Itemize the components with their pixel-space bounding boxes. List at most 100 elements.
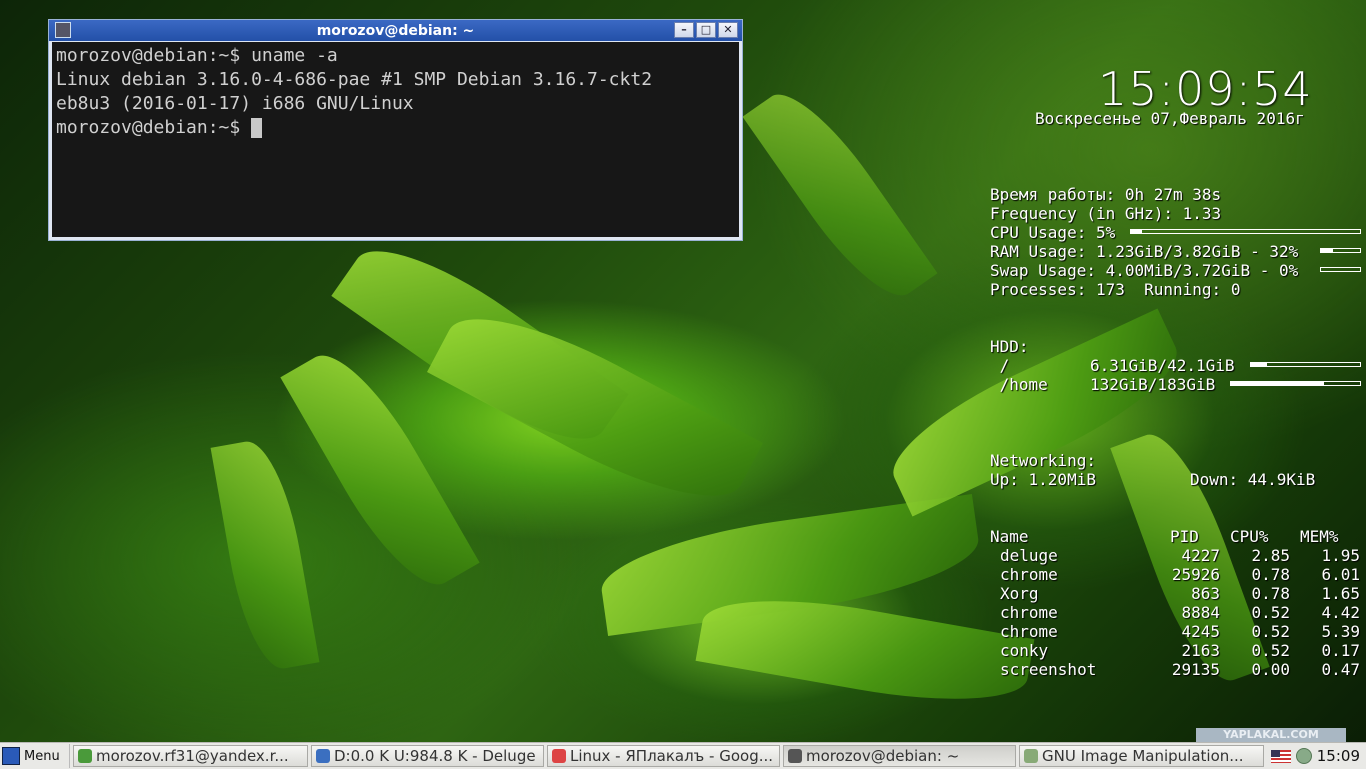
terminal-output[interactable]: morozov@debian:~$ uname -a Linux debian … (52, 42, 739, 237)
download-text: Down: 44.9KiB (1190, 470, 1316, 489)
process-pid: 4227 (1181, 546, 1220, 565)
conky-clock: 15:09:54 (1098, 62, 1313, 116)
process-name: deluge (1000, 546, 1058, 565)
process-table: Name PID CPU% MEM% deluge 4227 2.85 1.95 chr… (990, 527, 1362, 679)
task-label: Linux - ЯПлакалъ - Goog... (570, 747, 774, 765)
taskbar: Menu morozov.rf31@yandex.r... D:0.0 K U:9… (0, 742, 1366, 769)
col-name-header: Name (990, 527, 1029, 546)
uptime-text: Время работы: 0h 27m 38s (990, 185, 1222, 204)
text-cursor (251, 118, 263, 138)
process-row: conky 2163 0.52 0.17 (990, 641, 1362, 660)
process-name: chrome (1000, 603, 1058, 622)
terminal-line: morozov@debian:~$ uname -a (56, 45, 338, 66)
cpu-usage-bar (1130, 229, 1361, 234)
frequency-text: Frequency (in GHz): 1.33 (990, 204, 1222, 223)
process-name: Xorg (1000, 584, 1039, 603)
process-row: Xorg 863 0.78 1.65 (990, 584, 1362, 603)
home-fs-bar (1230, 381, 1361, 386)
root-fs-value: 6.31GiB/42.1GiB (1090, 356, 1235, 375)
watermark: YAPLAKAL.COM (1196, 728, 1346, 742)
process-cpu: 0.52 (1251, 641, 1290, 660)
terminal-titlebar[interactable]: morozov@debian: ~ – □ ✕ (49, 20, 742, 41)
process-cpu: 0.52 (1251, 622, 1290, 641)
terminal-line: eb8u3 (2016-01-17) i686 GNU/Linux (56, 93, 414, 114)
taskbar-task[interactable]: morozov.rf31@yandex.r... (73, 745, 308, 767)
task-app-icon (316, 749, 330, 763)
process-name: screenshot (1000, 660, 1097, 679)
network-icon[interactable] (1295, 748, 1312, 764)
ram-usage-bar (1320, 248, 1361, 253)
col-pid-header: PID (1170, 527, 1199, 546)
process-pid: 25926 (1171, 565, 1220, 584)
terminal-line: Linux debian 3.16.0-4-686-pae #1 SMP Deb… (56, 69, 653, 90)
hdd-label: HDD: (990, 337, 1029, 356)
swap-usage-text: Swap Usage: 4.00MiB/3.72GiB - 0% (990, 261, 1299, 280)
root-fs-label: / (990, 356, 1010, 375)
process-row: deluge 4227 2.85 1.95 (990, 546, 1362, 565)
keyboard-layout-flag-icon[interactable] (1270, 749, 1291, 763)
terminal-title: morozov@debian: ~ (316, 22, 475, 39)
task-label: GNU Image Manipulation... (1042, 747, 1244, 765)
terminal-prompt-line: morozov@debian:~$ (56, 116, 735, 140)
networking-label: Networking: (990, 451, 1096, 470)
process-name: chrome (1000, 622, 1058, 641)
process-cpu: 0.78 (1251, 584, 1290, 603)
taskbar-task[interactable]: morozov@debian: ~ (783, 745, 1016, 767)
process-pid: 863 (1191, 584, 1220, 603)
menu-label: Menu (24, 748, 60, 764)
process-row: chrome 8884 0.52 4.42 (990, 603, 1362, 622)
process-mem: 6.01 (1321, 565, 1360, 584)
task-label: morozov.rf31@yandex.r... (96, 747, 289, 765)
maximize-button[interactable]: □ (696, 22, 716, 38)
col-mem-header: MEM% (1300, 527, 1339, 546)
process-mem: 0.17 (1321, 641, 1360, 660)
process-row: screenshot 29135 0.00 0.47 (990, 660, 1362, 679)
swap-usage-bar (1320, 267, 1361, 272)
process-cpu: 0.00 (1251, 660, 1290, 679)
col-cpu-header: CPU% (1230, 527, 1269, 546)
process-row: chrome 4245 0.52 5.39 (990, 622, 1362, 641)
process-mem: 0.47 (1321, 660, 1360, 679)
process-mem: 5.39 (1321, 622, 1360, 641)
process-pid: 29135 (1171, 660, 1220, 679)
taskbar-clock[interactable]: 15:09 (1317, 747, 1360, 765)
conky-date: Воскресенье 07,Февраль 2016г (1035, 109, 1305, 128)
minimize-button[interactable]: – (674, 22, 694, 38)
process-table-header: Name PID CPU% MEM% (990, 527, 1362, 546)
menu-icon (2, 747, 20, 765)
process-pid: 8884 (1181, 603, 1220, 622)
task-app-icon (1024, 749, 1038, 763)
process-mem: 1.95 (1321, 546, 1360, 565)
process-cpu: 0.78 (1251, 565, 1290, 584)
process-pid: 4245 (1181, 622, 1220, 641)
process-pid: 2163 (1181, 641, 1220, 660)
terminal-icon (55, 22, 71, 38)
taskbar-task[interactable]: GNU Image Manipulation... (1019, 745, 1264, 767)
home-fs-value: 132GiB/183GiB (1090, 375, 1216, 394)
close-button[interactable]: ✕ (718, 22, 738, 38)
task-app-icon (78, 749, 92, 763)
task-app-icon (552, 749, 566, 763)
process-mem: 1.65 (1321, 584, 1360, 603)
home-fs-label: /home (990, 375, 1048, 394)
process-cpu: 0.52 (1251, 603, 1290, 622)
task-app-icon (788, 749, 802, 763)
cpu-usage-text: CPU Usage: 5% (990, 223, 1116, 242)
system-tray: 15:09 (1270, 747, 1366, 765)
process-row: chrome 25926 0.78 6.01 (990, 565, 1362, 584)
menu-button[interactable]: Menu (0, 744, 70, 768)
process-mem: 4.42 (1321, 603, 1360, 622)
root-fs-bar (1250, 362, 1361, 367)
taskbar-task[interactable]: D:0.0 K U:984.8 K - Deluge (311, 745, 544, 767)
upload-text: Up: 1.20MiB (990, 470, 1096, 489)
process-cpu: 2.85 (1251, 546, 1290, 565)
ram-usage-text: RAM Usage: 1.23GiB/3.82GiB - 32% (990, 242, 1299, 261)
processes-text: Processes: 173 Running: 0 (990, 280, 1241, 299)
process-name: chrome (1000, 565, 1058, 584)
task-label: D:0.0 K U:984.8 K - Deluge (334, 747, 536, 765)
taskbar-task[interactable]: Linux - ЯПлакалъ - Goog... (547, 745, 780, 767)
task-label: morozov@debian: ~ (806, 747, 960, 765)
terminal-window[interactable]: morozov@debian: ~ – □ ✕ morozov@debian:~… (48, 19, 743, 241)
terminal-prompt: morozov@debian:~$ (56, 117, 252, 138)
process-name: conky (1000, 641, 1049, 660)
